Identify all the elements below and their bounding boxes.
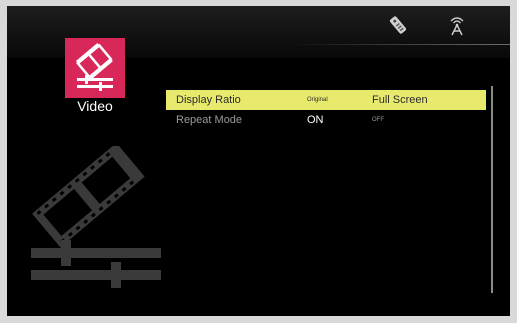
- scrollbar[interactable]: [491, 86, 493, 293]
- setting-label: Repeat Mode: [176, 114, 243, 126]
- setting-row-display-ratio[interactable]: Display Ratio Original Full Screen: [166, 90, 486, 110]
- video-settings-icon: [75, 43, 113, 91]
- setting-row-repeat-mode[interactable]: Repeat Mode ON OFF: [166, 110, 486, 130]
- tv-screen: Video Display Ratio Original Full Screen…: [7, 6, 510, 316]
- film-watermark-icon: [21, 146, 161, 296]
- category-label: Video: [77, 98, 113, 114]
- settings-menu: Display Ratio Original Full Screen Repea…: [166, 90, 486, 130]
- option-off[interactable]: OFF: [372, 110, 384, 130]
- remote-icon: [387, 14, 409, 36]
- video-category-tile[interactable]: [65, 38, 125, 98]
- antenna-icon: [446, 14, 468, 36]
- option-full-screen[interactable]: Full Screen: [372, 90, 428, 110]
- option-on[interactable]: ON: [307, 110, 324, 130]
- setting-label: Display Ratio: [176, 94, 241, 106]
- status-divider: [290, 44, 510, 45]
- option-original[interactable]: Original: [307, 90, 328, 110]
